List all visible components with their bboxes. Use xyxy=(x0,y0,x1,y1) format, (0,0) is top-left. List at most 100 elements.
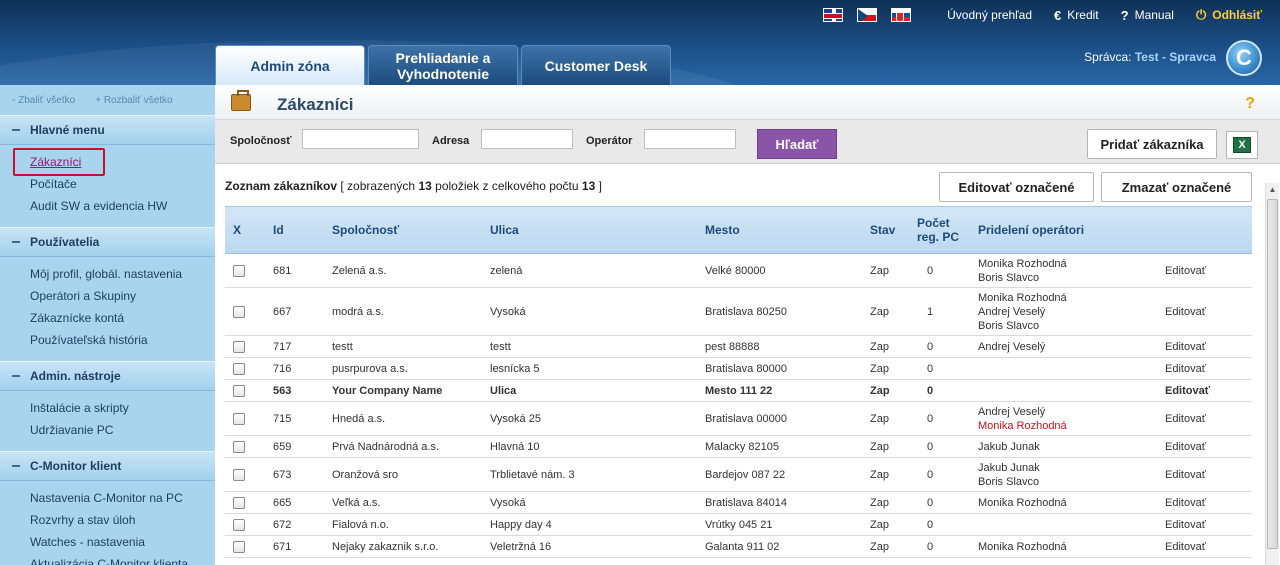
logo-icon: C xyxy=(1226,40,1262,76)
operator-filter-input[interactable] xyxy=(644,129,736,149)
row-checkbox[interactable] xyxy=(233,518,245,531)
sidebar-item-customer-accounts[interactable]: Zákaznícke kontá xyxy=(0,307,215,329)
help-icon[interactable]: ? xyxy=(1245,95,1255,113)
expand-all-link[interactable]: + Rozbaliť všetko xyxy=(95,95,172,106)
cell-street: lesnícka 5 xyxy=(490,362,540,375)
tab-customer-desk[interactable]: Customer Desk xyxy=(521,45,671,85)
sidebar-item-watches[interactable]: Watches - nastavenia xyxy=(0,531,215,553)
admin-info: Správca: Test - Spravca xyxy=(1084,50,1216,64)
row-checkbox[interactable] xyxy=(233,340,245,353)
admin-name[interactable]: Test - Spravca xyxy=(1135,50,1216,64)
edit-link[interactable]: Editovať xyxy=(1165,541,1252,553)
sk-flag-icon[interactable] xyxy=(891,8,912,22)
cell-id: 671 xyxy=(273,540,292,553)
row-checkbox[interactable] xyxy=(233,468,245,481)
col-street[interactable]: Ulica xyxy=(470,207,685,253)
cell-company: Fialová n.o. xyxy=(332,518,389,531)
col-pc-count[interactable]: Počet reg. PC xyxy=(905,207,970,253)
logout-link[interactable]: ⏻ Odhlásiť xyxy=(1196,7,1262,23)
top-navigation: Úvodný prehľad € Kredit ? Manual ⏻ Odhlásiť xyxy=(823,6,1280,24)
sidebar-item-cmonitor-update[interactable]: Aktualizácia C-Monitor klienta xyxy=(0,553,215,565)
cell-company: pusrpurova a.s. xyxy=(332,362,408,375)
cell-city: Bratislava 80000 xyxy=(705,362,787,375)
cell-status: Zap xyxy=(870,264,889,277)
cell-id: 716 xyxy=(273,362,292,375)
row-select-cell xyxy=(225,412,253,425)
col-id[interactable]: Id xyxy=(253,207,312,253)
page-title: Zákazníci xyxy=(277,95,354,114)
col-company[interactable]: Spoločnosť xyxy=(312,207,470,253)
edit-link[interactable]: Editovať xyxy=(1165,385,1252,397)
row-checkbox[interactable] xyxy=(233,305,245,318)
row-checkbox[interactable] xyxy=(233,440,245,453)
sidebar-item-user-history[interactable]: Používateľská história xyxy=(0,329,215,351)
overview-link[interactable]: Úvodný prehľad xyxy=(947,8,1032,22)
vertical-scrollbar[interactable]: ▲ xyxy=(1265,183,1279,565)
table-row: 671 Nejaky zakaznik s.r.o. Veletržná 16 Gal… xyxy=(225,536,1252,558)
edit-link[interactable]: Editovať xyxy=(1165,469,1252,481)
address-filter-input[interactable] xyxy=(481,129,573,149)
col-city[interactable]: Mesto xyxy=(685,207,850,253)
row-checkbox[interactable] xyxy=(233,540,245,553)
app-header: Úvodný prehľad € Kredit ? Manual ⏻ Odhlásiť… xyxy=(0,0,1280,85)
add-customer-button[interactable]: Pridať zákazníka xyxy=(1087,129,1217,159)
credit-link[interactable]: € Kredit xyxy=(1054,8,1099,23)
overview-label: Úvodný prehľad xyxy=(947,8,1033,22)
filter-bar: Spoločnosť Adresa Operátor Hľadať Pridať… xyxy=(215,120,1280,164)
sidebar-section-users[interactable]: Používatelia xyxy=(0,227,215,257)
section-title: Používatelia xyxy=(30,235,100,249)
sidebar-item-my-profile[interactable]: Môj profil, globál. nastavenia xyxy=(0,263,215,285)
edit-link[interactable]: Editovať xyxy=(1165,441,1252,453)
edit-link[interactable]: Editovať xyxy=(1165,306,1252,318)
row-checkbox[interactable] xyxy=(233,384,245,397)
table-row: 673 Oranžová sro Trblietavé nám. 3 Bardejov… xyxy=(225,458,1252,492)
cell-pc-count: 0 xyxy=(927,362,934,375)
sidebar-item-schedules[interactable]: Rozvrhy a stav úloh xyxy=(0,509,215,531)
scrollbar-thumb[interactable] xyxy=(1267,199,1278,549)
tab-review-evaluation[interactable]: Prehliadanie a Vyhodnotenie xyxy=(368,45,518,85)
operator-name: Monika Rozhodná xyxy=(978,291,1067,304)
excel-export-icon[interactable]: X xyxy=(1226,131,1258,159)
sidebar-expand-controls: - Zbaliť všetko + Rozbaliť všetko xyxy=(0,85,215,115)
manual-link[interactable]: ? Manual xyxy=(1121,8,1174,23)
sidebar-section-main-menu[interactable]: Hlavné menu xyxy=(0,115,215,145)
sidebar-section-admin-tools[interactable]: Admin. nástroje xyxy=(0,361,215,391)
en-flag-icon[interactable] xyxy=(823,8,844,22)
row-checkbox[interactable] xyxy=(233,496,245,509)
sidebar-item-operators[interactable]: Operátori a Skupiny xyxy=(0,285,215,307)
edit-selected-button[interactable]: Editovať označené xyxy=(939,172,1094,202)
cell-pc-count: 0 xyxy=(927,412,934,425)
edit-link[interactable]: Editovať xyxy=(1165,497,1252,509)
edit-link[interactable]: Editovať xyxy=(1165,341,1252,353)
col-status[interactable]: Stav xyxy=(850,207,905,253)
excel-glyph: X xyxy=(1233,137,1251,153)
scroll-up-icon[interactable]: ▲ xyxy=(1266,183,1279,197)
cell-operators: Monika Rozhodná xyxy=(970,496,1165,510)
row-checkbox[interactable] xyxy=(233,412,245,425)
delete-selected-button[interactable]: Zmazať označené xyxy=(1101,172,1252,202)
sidebar-item-audit[interactable]: Audit SW a evidencia HW xyxy=(0,195,215,217)
edit-link[interactable]: Editovať xyxy=(1165,519,1252,531)
cell-company: Veľká a.s. xyxy=(332,496,381,509)
sidebar-item-maintenance[interactable]: Udržiavanie PC xyxy=(0,419,215,441)
sidebar-section-cmonitor[interactable]: C-Monitor klient xyxy=(0,451,215,481)
sidebar-item-installations[interactable]: Inštalácie a skripty xyxy=(0,397,215,419)
sidebar-item-cmonitor-settings[interactable]: Nastavenia C-Monitor na PC xyxy=(0,487,215,509)
sidebar-item-computers[interactable]: Počítače xyxy=(0,173,215,195)
edit-link[interactable]: Editovať xyxy=(1165,413,1252,425)
row-select-cell xyxy=(225,540,253,553)
row-checkbox[interactable] xyxy=(233,362,245,375)
tab-admin-zone[interactable]: Admin zóna xyxy=(215,45,365,85)
cell-street: zelená xyxy=(490,264,523,277)
edit-link[interactable]: Editovať xyxy=(1165,265,1252,277)
edit-link[interactable]: Editovať xyxy=(1165,363,1252,375)
briefcase-icon xyxy=(231,90,251,111)
row-checkbox[interactable] xyxy=(233,264,245,277)
main-tabs: Admin zóna Prehliadanie a Vyhodnotenie C… xyxy=(215,45,674,85)
search-button[interactable]: Hľadať xyxy=(757,129,837,159)
collapse-all-link[interactable]: - Zbaliť všetko xyxy=(12,95,75,106)
row-select-cell xyxy=(225,305,253,318)
cz-flag-icon[interactable] xyxy=(857,8,878,22)
cell-operators: Andrej Veselý xyxy=(970,340,1165,354)
company-filter-input[interactable] xyxy=(302,129,419,149)
